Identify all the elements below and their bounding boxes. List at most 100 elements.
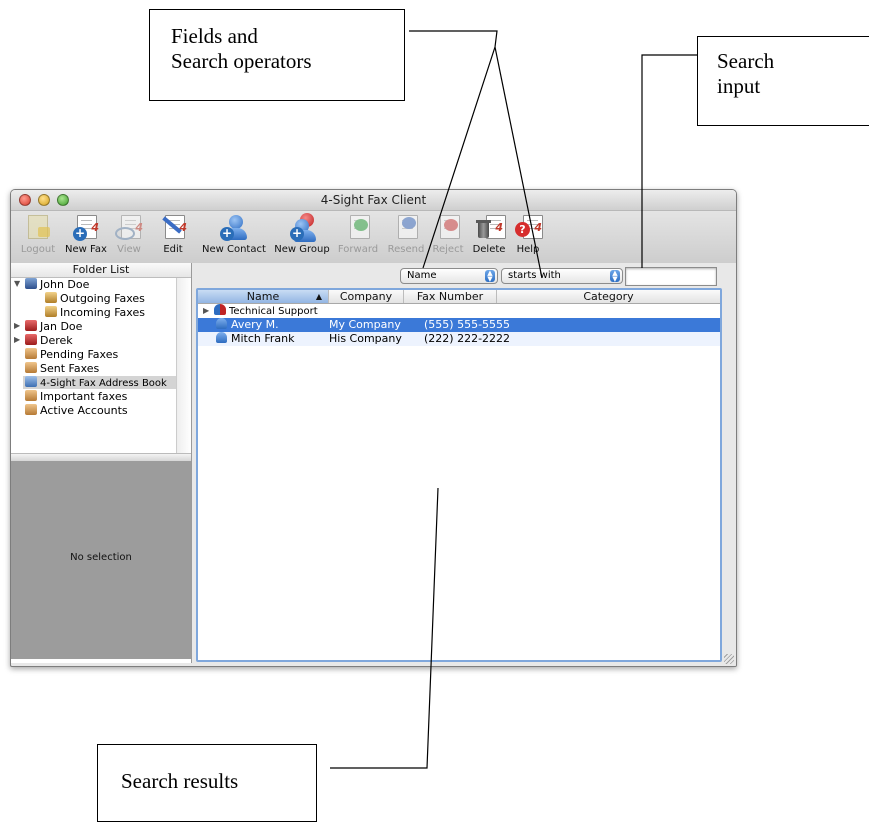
folder-icon [25,404,37,415]
cell-company: His Company [329,332,402,345]
sort-ascending-icon: ▲ [315,292,322,301]
column-header-category[interactable]: Category [497,290,720,303]
disclosure-triangle-closed-icon[interactable]: ▶ [203,304,209,318]
title-bar[interactable]: 4-Sight Fax Client [11,190,736,211]
column-header-company[interactable]: Company [329,290,404,303]
address-book-icon [25,376,37,387]
new-group-label: New Group [274,244,330,255]
new-fax-button[interactable]: 4 + New Fax [65,213,107,255]
reject-icon [434,213,462,241]
folder-item-active-accounts[interactable]: Active Accounts [25,404,128,417]
search-field-value: Name [407,270,437,281]
view-label: View [117,244,141,255]
search-bar: Name ▲ ▼ starts with ▲ ▼ [192,263,736,287]
edit-icon: 4 [159,213,187,241]
folder-label: Outgoing Faxes [60,292,145,305]
folder-label: John Doe [40,278,90,291]
no-selection-text: No selection [70,552,132,563]
cell-name: Mitch Frank [216,332,295,346]
table-row[interactable]: Avery M. My Company (555) 555-5555 [198,318,720,332]
content-area: Name ▲ ▼ starts with ▲ ▼ Name ▲ Company Fa… [192,263,736,666]
view-button[interactable]: 4 View [113,213,145,255]
folder-item-jan-doe[interactable]: Jan Doe [25,320,82,333]
folder-icon [25,390,37,401]
resend-label: Resend [387,244,425,255]
folder-item-pending-faxes[interactable]: Pending Faxes [25,348,118,361]
outbox-icon [45,292,57,303]
disclosure-triangle-closed-icon[interactable]: ▶ [14,321,20,330]
app-window: 4-Sight Fax Client Logout 4 + New Fax 4 V… [10,189,737,667]
column-label: Company [339,290,393,303]
toolbar: Logout 4 + New Fax 4 View 4 Edit + New C… [11,211,736,263]
folder-item-important-faxes[interactable]: Important faxes [25,390,127,403]
help-label: Help [516,244,540,255]
window-resize-handle[interactable] [724,654,734,664]
folder-item-john-doe[interactable]: John Doe [25,278,89,291]
contact-icon [216,332,227,343]
folder-list-header: Folder List [11,263,191,278]
folder-item-sent-faxes[interactable]: Sent Faxes [25,362,99,375]
help-button[interactable]: 4 ? Help [513,213,543,255]
cell-name: Avery M. [216,318,279,332]
callout-search-line2: input [717,74,761,98]
view-icon: 4 [115,213,143,241]
folder-label: Incoming Faxes [60,306,145,319]
delete-button[interactable]: 4 Delete [471,213,507,255]
callout-fields-line2: Search operators [171,49,312,73]
row-name: Avery M. [231,318,279,331]
reject-label: Reject [432,244,464,255]
trash-icon: 4 [475,213,506,241]
window-title: 4-Sight Fax Client [320,193,427,207]
search-input[interactable] [625,267,717,286]
column-label: Name [246,290,280,303]
folder-item-derek[interactable]: Derek [25,334,73,347]
search-operator-select[interactable]: starts with ▲ ▼ [501,268,623,284]
search-field-select[interactable]: Name ▲ ▼ [400,268,498,284]
logout-button[interactable]: Logout [19,213,57,255]
cell-fax-number: (222) 222-2222 [424,332,511,345]
folder-label: Jan Doe [40,320,83,333]
table-row[interactable]: Mitch Frank His Company (222) 222-2222 [198,332,720,346]
help-icon: 4 ? [514,213,543,241]
folder-label: Derek [40,334,73,347]
search-operator-value: starts with [508,270,561,281]
fax-user-icon [25,334,37,345]
column-label: Category [583,290,634,303]
sidebar-scrollbar[interactable] [176,278,191,454]
disclosure-triangle-closed-icon[interactable]: ▶ [14,335,20,344]
folder-label: 4-Sight Fax Address Book [40,378,167,389]
forward-button[interactable]: Forward [337,213,379,255]
new-group-button[interactable]: + New Group [273,213,331,255]
new-contact-label: New Contact [202,244,266,255]
forward-label: Forward [337,244,379,255]
folder-item-incoming-faxes[interactable]: Incoming Faxes [45,306,145,319]
search-results-table: Name ▲ Company Fax Number Category ▶ Tec… [196,288,722,662]
sent-tray-icon [25,362,37,373]
column-header-fax-number[interactable]: Fax Number [404,290,497,303]
table-header: Name ▲ Company Fax Number Category [198,290,720,304]
folder-item-outgoing-faxes[interactable]: Outgoing Faxes [45,292,145,305]
new-contact-icon: + [218,213,247,241]
edit-button[interactable]: 4 Edit [157,213,189,255]
cell-fax-number: (555) 555-5555 [424,318,511,331]
cell-name: Technical Support [214,304,318,319]
column-header-name[interactable]: Name ▲ [198,290,329,303]
resend-button[interactable]: Resend [386,213,426,255]
folder-icon [25,348,37,359]
fax-user-icon [25,278,37,289]
row-name: Technical Support [229,306,318,317]
popup-arrows-icon: ▲ ▼ [485,270,495,283]
new-contact-button[interactable]: + New Contact [202,213,266,255]
callout-fields-operators: Fields and Search operators [149,9,405,101]
folder-item-address-book[interactable]: 4-Sight Fax Address Book [23,376,177,389]
contact-icon [216,318,227,329]
reject-button[interactable]: Reject [430,213,466,255]
preview-pane: No selection [11,461,191,659]
folder-label: Sent Faxes [40,362,100,375]
callout-results-text: Search results [121,769,239,793]
logout-icon [24,213,52,241]
row-name: Mitch Frank [231,332,295,345]
table-row[interactable]: ▶ Technical Support [198,304,720,318]
folder-sidebar: Folder List ▼ John Doe Outgoing Faxes In… [11,263,192,663]
disclosure-triangle-open-icon[interactable]: ▼ [14,279,20,288]
